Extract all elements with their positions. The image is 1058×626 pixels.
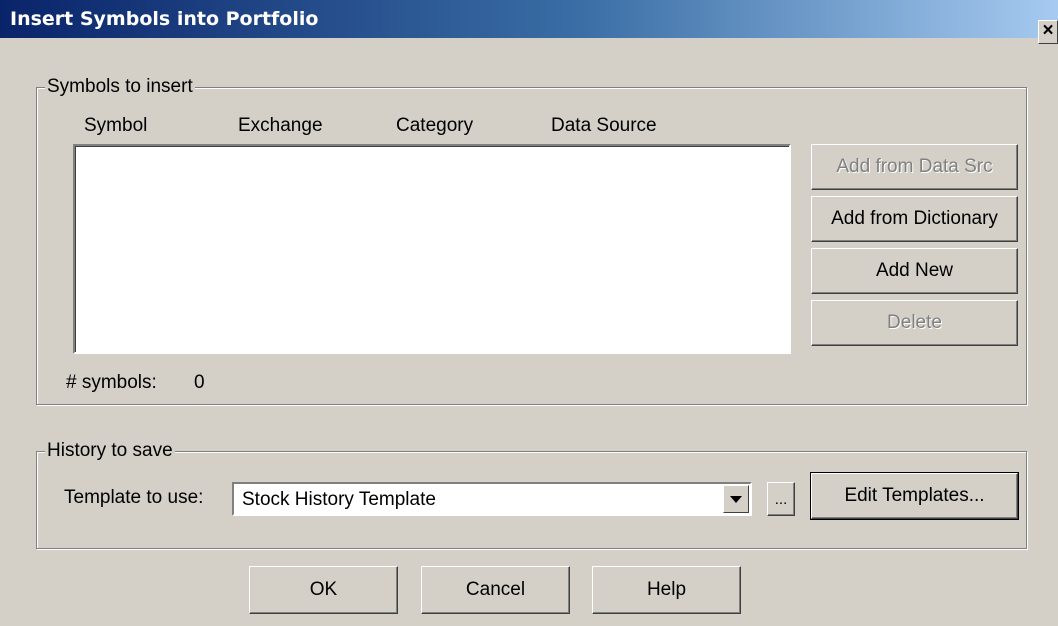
edit-templates-button[interactable]: Edit Templates... xyxy=(810,472,1019,520)
add-from-dictionary-button[interactable]: Add from Dictionary xyxy=(811,196,1018,242)
add-new-button[interactable]: Add New xyxy=(811,248,1018,294)
template-select[interactable]: Stock History Template xyxy=(232,482,752,516)
symbols-list[interactable] xyxy=(73,144,791,354)
dropdown-arrow-button[interactable] xyxy=(723,485,749,513)
symbols-count-label: # symbols: xyxy=(66,372,157,393)
close-icon[interactable]: × xyxy=(1038,20,1058,44)
chevron-down-icon xyxy=(730,495,742,503)
column-header-category[interactable]: Category xyxy=(396,115,473,137)
column-header-data-source[interactable]: Data Source xyxy=(551,115,657,137)
add-from-data-src-button[interactable]: Add from Data Src xyxy=(811,144,1018,190)
column-header-exchange[interactable]: Exchange xyxy=(238,115,323,137)
history-group-label: History to save xyxy=(45,440,175,462)
ok-button[interactable]: OK xyxy=(249,566,398,614)
help-button[interactable]: Help xyxy=(592,566,741,614)
browse-button[interactable]: ... xyxy=(767,482,795,516)
delete-button[interactable]: Delete xyxy=(811,300,1018,346)
column-header-symbol[interactable]: Symbol xyxy=(84,115,147,137)
window-title: Insert Symbols into Portfolio xyxy=(10,8,319,30)
template-select-value: Stock History Template xyxy=(242,489,436,510)
title-bar: Insert Symbols into Portfolio xyxy=(0,0,1058,38)
symbols-list-inner xyxy=(75,146,789,352)
template-label: Template to use: xyxy=(64,487,204,508)
cancel-button[interactable]: Cancel xyxy=(421,566,570,614)
symbols-group-label: Symbols to insert xyxy=(45,76,195,98)
symbols-count-value: 0 xyxy=(194,372,205,393)
